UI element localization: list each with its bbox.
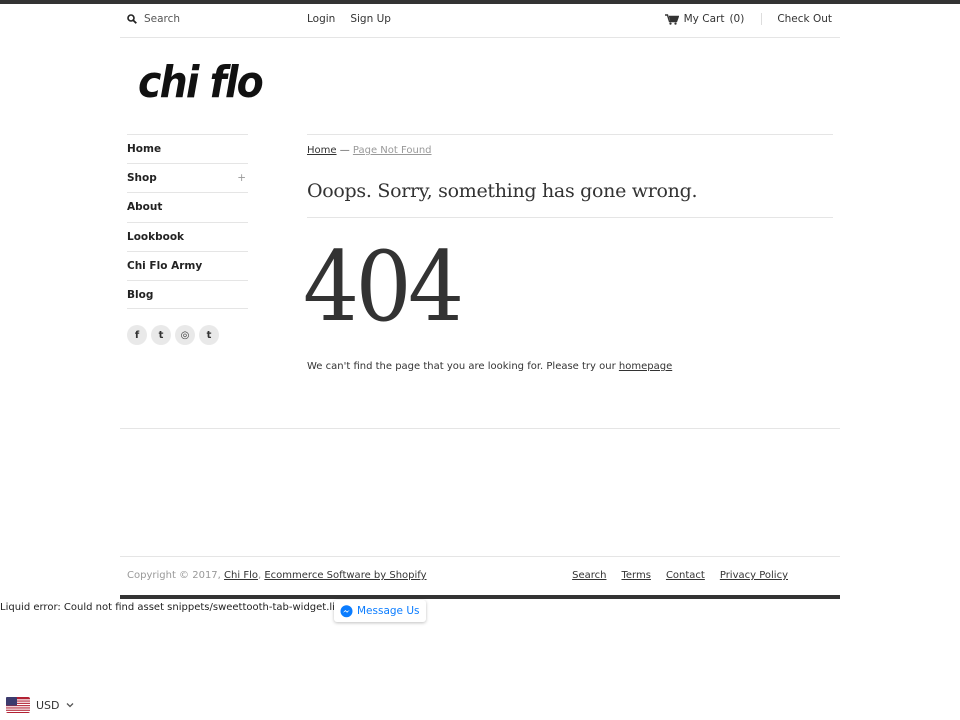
- footer-copyright: Copyright © 2017, Chi Flo, Ecommerce Sof…: [127, 570, 427, 581]
- tumblr-glyph: t: [206, 329, 212, 341]
- breadcrumb-home-link[interactable]: Home: [307, 145, 337, 156]
- cart-icon: [664, 13, 679, 25]
- top-navigation: Search Login Sign Up My Cart (0) Check O…: [120, 4, 840, 38]
- error-message: We can't find the page that you are look…: [307, 361, 672, 372]
- expand-plus-icon[interactable]: +: [237, 172, 246, 184]
- search-link[interactable]: Search: [127, 13, 180, 25]
- login-link[interactable]: Login: [307, 13, 335, 25]
- signup-link[interactable]: Sign Up: [350, 13, 391, 25]
- cart-count: (0): [729, 13, 745, 25]
- checkout-link[interactable]: Check Out: [777, 13, 832, 25]
- sidebar-item-label: Lookbook: [127, 230, 185, 243]
- messenger-button[interactable]: Message Us: [334, 600, 426, 622]
- sidebar-item-label: Chi Flo Army: [127, 259, 203, 272]
- messenger-icon: [340, 604, 353, 617]
- footer-bottom-border: [120, 595, 840, 599]
- currency-code: USD: [36, 698, 60, 712]
- footer-link-contact[interactable]: Contact: [666, 570, 705, 581]
- footer-links: Search Terms Contact Privacy Policy: [572, 570, 788, 581]
- copyright-comma: ,: [257, 570, 262, 581]
- divider: [120, 428, 840, 429]
- instagram-icon[interactable]: ◎: [175, 325, 195, 345]
- sidebar-nav: Home Shop + About Lookbook Chi Flo Army B…: [127, 134, 248, 310]
- twitter-glyph: t: [158, 329, 164, 341]
- search-label: Search: [144, 13, 181, 25]
- sidebar-item-home[interactable]: Home: [127, 134, 248, 163]
- divider: [120, 556, 840, 557]
- homepage-link[interactable]: homepage: [619, 361, 672, 372]
- sidebar-item-about[interactable]: About: [127, 192, 248, 221]
- us-flag-icon: [6, 697, 30, 713]
- liquid-error-text: Liquid error: Could not find asset snipp…: [0, 602, 357, 613]
- sidebar-item-label: Shop: [127, 172, 157, 185]
- error-code: 404: [303, 231, 464, 343]
- currency-selector[interactable]: USD: [6, 697, 74, 713]
- tumblr-icon[interactable]: t: [199, 325, 219, 345]
- instagram-glyph: ◎: [180, 329, 190, 341]
- footer-link-privacy[interactable]: Privacy Policy: [720, 570, 788, 581]
- chevron-down-icon: [66, 703, 73, 708]
- social-links: f t ◎ t: [127, 325, 219, 345]
- divider: [307, 217, 833, 218]
- facebook-glyph: f: [134, 329, 140, 341]
- cart-label: My Cart: [683, 13, 725, 25]
- shop-name-link[interactable]: Chi Flo: [224, 570, 258, 581]
- nav-divider: [761, 13, 763, 25]
- breadcrumb: Home — Page Not Found: [307, 145, 432, 156]
- sidebar-item-label: Home: [127, 143, 162, 156]
- sidebar-item-chi-flo-army[interactable]: Chi Flo Army: [127, 250, 248, 280]
- error-message-text: We can't find the page that you are look…: [307, 361, 616, 372]
- sidebar-item-label: Blog: [127, 288, 154, 301]
- search-icon: [127, 14, 137, 24]
- messenger-label: Message Us: [357, 605, 420, 617]
- facebook-icon[interactable]: f: [127, 325, 147, 345]
- main-content: Home — Page Not Found Ooops. Sorry, some…: [303, 134, 833, 372]
- sidebar-item-lookbook[interactable]: Lookbook: [127, 221, 248, 251]
- chi-flo-logo[interactable]: chi flo: [137, 52, 267, 114]
- breadcrumb-current[interactable]: Page Not Found: [353, 145, 432, 156]
- page-title: Ooops. Sorry, something has gone wrong.: [307, 180, 698, 202]
- sidebar-item-blog[interactable]: Blog: [127, 279, 248, 310]
- shopify-link[interactable]: Ecommerce Software by Shopify: [264, 570, 426, 581]
- sidebar-item-shop[interactable]: Shop +: [127, 163, 248, 192]
- sidebar-item-label: About: [127, 201, 163, 214]
- breadcrumb-separator: —: [339, 145, 350, 156]
- cart-link[interactable]: My Cart (0): [664, 13, 745, 25]
- footer-link-search[interactable]: Search: [572, 570, 606, 581]
- logo-text: chi flo: [138, 57, 263, 108]
- copyright-text: Copyright © 2017,: [127, 570, 221, 581]
- twitter-icon[interactable]: t: [151, 325, 171, 345]
- footer-link-terms[interactable]: Terms: [621, 570, 650, 581]
